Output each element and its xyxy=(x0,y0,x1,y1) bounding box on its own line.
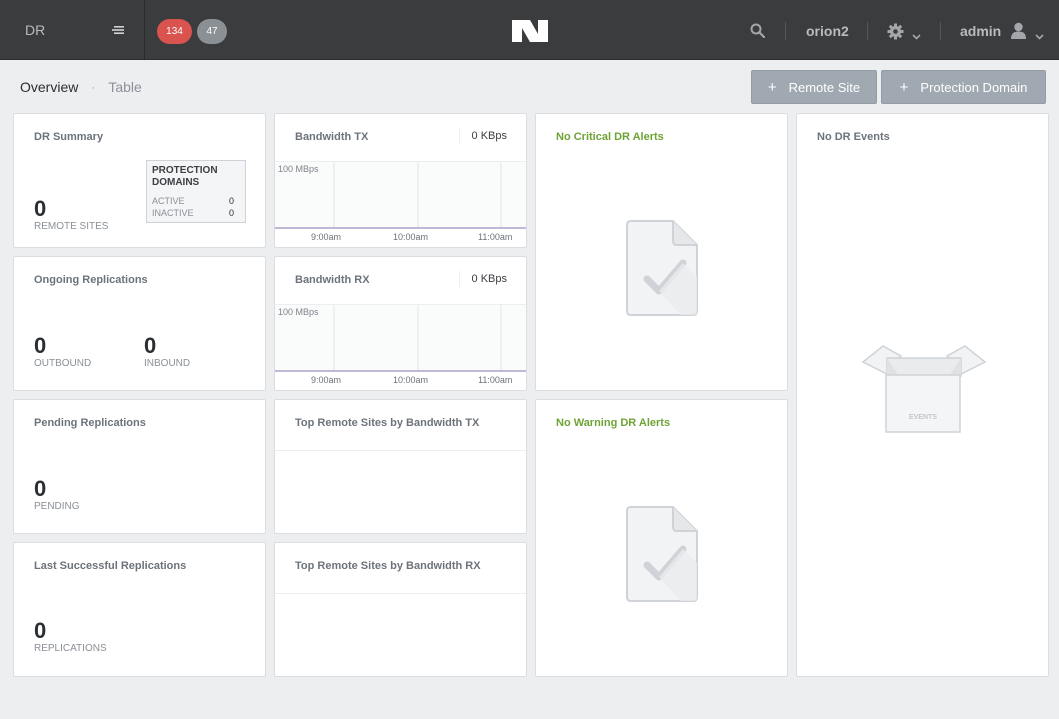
plus-icon: + xyxy=(899,78,909,96)
card-title: Pending Replications xyxy=(34,417,146,429)
bandwidth-rx-value: 0 KBps xyxy=(458,271,519,287)
card-title: Bandwidth TX xyxy=(295,131,369,143)
card-title: Top Remote Sites by Bandwidth TX xyxy=(295,417,480,429)
inbound-count: 0 xyxy=(144,333,157,358)
bandwidth-tx-value: 0 KBps xyxy=(458,128,519,144)
inbound-label: INBOUND xyxy=(144,358,191,369)
button-label: Remote Site xyxy=(788,79,861,95)
divider xyxy=(867,22,868,40)
pd-inactive-row: INACTIVE 0 xyxy=(152,208,234,218)
warning-dr-alerts-card: No Warning DR Alerts xyxy=(535,399,788,677)
card-title: Ongoing Replications xyxy=(34,274,148,286)
card-title: No Warning DR Alerts xyxy=(556,417,671,429)
outbound-label: OUTBOUND xyxy=(34,358,92,369)
dr-summary-card: DR Summary 0 REMOTE SITES PROTECTION DOM… xyxy=(13,113,266,248)
x-tick-label: 10:00am xyxy=(393,232,429,242)
pending-count: 0 xyxy=(34,476,47,501)
y-axis-label: 100 MBps xyxy=(278,307,319,317)
empty-document-icon xyxy=(625,505,699,608)
top-navigation-bar: DR 134 47 orion2 admin xyxy=(0,0,1059,60)
tab-separator: · xyxy=(91,80,96,94)
top-remote-sites-tx-card: Top Remote Sites by Bandwidth TX xyxy=(274,399,527,534)
replications-label: REPLICATIONS xyxy=(34,643,107,654)
nutanix-logo[interactable] xyxy=(512,20,548,42)
x-tick-label: 10:00am xyxy=(393,375,429,385)
empty-document-icon xyxy=(625,219,699,322)
pending-replications-card: Pending Replications 0 PENDING xyxy=(13,399,266,534)
plus-icon: + xyxy=(767,78,777,96)
pd-active-row: ACTIVE 0 xyxy=(152,196,234,206)
button-label: Protection Domain xyxy=(920,79,1028,95)
bandwidth-tx-card: Bandwidth TX 0 KBps 100 MBps 9:00am 10:0… xyxy=(274,113,527,248)
add-remote-site-button[interactable]: + Remote Site xyxy=(751,70,877,104)
top-remote-sites-rx-card: Top Remote Sites by Bandwidth RX xyxy=(274,542,527,677)
card-title: No DR Events xyxy=(817,131,890,143)
tab-table[interactable]: Table xyxy=(108,79,141,95)
view-tabs: Overview · Table xyxy=(20,79,142,95)
menu-icon[interactable] xyxy=(112,0,126,60)
remote-sites-label: REMOTE SITES xyxy=(34,221,109,232)
card-title: No Critical DR Alerts xyxy=(556,131,664,143)
x-tick-label: 9:00am xyxy=(311,232,342,242)
ongoing-replications-card: Ongoing Replications 0 OUTBOUND 0 INBOUN… xyxy=(13,256,266,391)
pd-active-value: 0 xyxy=(228,196,234,206)
app-name: DR xyxy=(25,22,46,38)
bandwidth-rx-chart[interactable]: 100 MBps xyxy=(275,304,526,372)
empty-box-icon: EVENTS xyxy=(861,344,987,441)
user-icon[interactable] xyxy=(1010,22,1027,45)
divider xyxy=(785,22,786,40)
critical-alerts-badge[interactable]: 134 xyxy=(157,19,192,44)
outbound-count: 0 xyxy=(34,333,47,358)
add-protection-domain-button[interactable]: + Protection Domain xyxy=(881,70,1046,104)
card-title: DR Summary xyxy=(34,131,104,143)
pd-inactive-value: 0 xyxy=(228,208,234,218)
remote-sites-count: 0 xyxy=(34,196,47,221)
app-switcher[interactable]: DR xyxy=(25,0,45,60)
card-title: Top Remote Sites by Bandwidth RX xyxy=(295,560,481,572)
warning-alerts-badge[interactable]: 47 xyxy=(197,19,227,44)
protection-domains-box[interactable]: PROTECTION DOMAINS ACTIVE 0 INACTIVE 0 xyxy=(146,160,246,223)
divider xyxy=(275,593,526,594)
cluster-name[interactable]: orion2 xyxy=(806,23,849,39)
card-title: Last Successful Replications xyxy=(34,560,187,572)
replications-count: 0 xyxy=(34,618,47,643)
last-successful-replications-card: Last Successful Replications 0 REPLICATI… xyxy=(13,542,266,677)
x-tick-label: 11:00am xyxy=(478,375,513,385)
pd-title: PROTECTION DOMAINS xyxy=(152,165,218,188)
critical-dr-alerts-card: No Critical DR Alerts xyxy=(535,113,788,391)
card-title: Bandwidth RX xyxy=(295,274,370,286)
divider xyxy=(940,22,941,40)
chevron-down-icon[interactable] xyxy=(1035,27,1044,45)
bandwidth-tx-chart[interactable]: 100 MBps xyxy=(275,161,526,229)
search-icon[interactable] xyxy=(750,23,766,43)
x-tick-label: 11:00am xyxy=(478,232,513,242)
divider xyxy=(144,0,145,60)
dr-events-card: No DR Events EVENTS xyxy=(796,113,1049,677)
events-box-label: EVENTS xyxy=(908,414,937,421)
pending-label: PENDING xyxy=(34,501,80,512)
y-axis-label: 100 MBps xyxy=(278,164,319,174)
divider xyxy=(275,450,526,451)
x-tick-label: 9:00am xyxy=(311,375,342,385)
pd-active-label: ACTIVE xyxy=(152,196,185,206)
bandwidth-rx-card: Bandwidth RX 0 KBps 100 MBps 9:00am 10:0… xyxy=(274,256,527,391)
pd-inactive-label: INACTIVE xyxy=(152,208,194,218)
user-name[interactable]: admin xyxy=(960,23,1001,39)
gear-icon[interactable] xyxy=(887,23,904,45)
tab-overview[interactable]: Overview xyxy=(20,79,78,95)
chevron-down-icon[interactable] xyxy=(912,27,921,45)
